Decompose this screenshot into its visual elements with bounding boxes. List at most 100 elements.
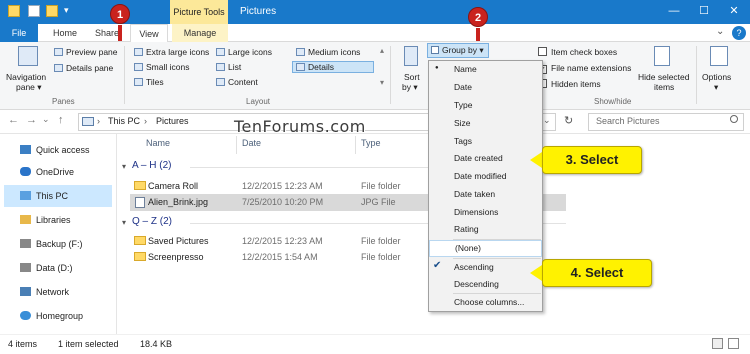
collapse-group-icon[interactable]: ▾ [122,218,126,227]
list-icon [216,63,225,71]
menu-item-choose-columns[interactable]: Choose columns... [429,294,542,312]
new-folder-icon[interactable] [46,5,58,17]
callout-step-3: 3. Select [542,146,642,174]
layout-medium-icons[interactable]: Medium icons [296,47,360,57]
details-pane-button[interactable]: Details pane [54,63,113,73]
sort-by-dropdown[interactable]: by ▾ [402,82,418,93]
tiles-icon [134,78,143,86]
refresh-button[interactable]: ↻ [564,114,573,127]
tab-home[interactable]: Home [46,24,84,42]
sort-by-icon[interactable] [404,46,418,66]
back-button[interactable]: ← [8,114,19,126]
tab-view[interactable]: View [130,24,168,43]
hidden-items-checkbox[interactable]: Hidden items [538,79,601,89]
menu-item-none[interactable]: (None) [429,240,542,257]
collapse-group-icon[interactable]: ▾ [122,162,126,171]
help-button[interactable]: ? [732,26,746,40]
maximize-button[interactable]: ☐ [690,0,718,22]
column-divider[interactable] [355,136,356,154]
breadcrumb-separator[interactable]: › [97,116,100,126]
preview-pane-button[interactable]: Preview pane [54,47,118,57]
sidebar-item-this-pc[interactable]: This PC [4,185,112,207]
layout-extra-large-icons[interactable]: Extra large icons [134,47,209,57]
menu-item-ascending[interactable]: Ascending [429,259,542,277]
layout-large-icons[interactable]: Large icons [216,47,272,57]
hide-selected-items-button[interactable]: Hide selected [638,72,690,82]
collapse-ribbon-icon[interactable]: ⌄ [716,26,724,37]
hide-selected-icon[interactable] [654,46,670,66]
minimize-button[interactable]: — [660,0,688,22]
layout-content[interactable]: Content [216,77,258,87]
quick-access-dropdown-icon[interactable]: ▾ [64,5,69,16]
details-view-icon[interactable] [712,338,723,349]
properties-icon[interactable] [28,5,40,17]
menu-item-dimensions[interactable]: Dimensions [429,204,542,222]
options-dropdown-icon[interactable]: ▾ [714,82,718,93]
folder-icon [134,252,146,261]
menu-item-descending[interactable]: Descending [429,276,542,294]
menu-item-date-modified[interactable]: Date modified [429,168,542,186]
menu-item-size[interactable]: Size [429,115,542,133]
layout-small-icons[interactable]: Small icons [134,62,189,72]
sidebar-item-homegroup[interactable]: Homegroup [4,305,112,327]
large-icons-view-icon[interactable] [728,338,739,349]
callout-pointer [530,265,542,281]
sort-by-button[interactable]: Sort [404,72,420,82]
group-by-menu: ● Name Date Type Size Tags Date created … [428,60,543,312]
group-by-icon [431,46,439,54]
column-divider[interactable] [236,136,237,154]
menu-item-date-created[interactable]: Date created [429,150,542,168]
sidebar-item-libraries[interactable]: Libraries [4,209,112,231]
tab-file[interactable]: File [0,24,38,42]
close-button[interactable]: ✕ [720,0,748,22]
sidebar-item-data[interactable]: Data (D:) [4,257,112,279]
breadcrumb-pictures[interactable]: Pictures [156,116,189,126]
watermark: TenForums.com [234,117,366,136]
status-size: 18.4 KB [140,339,173,349]
navigation-pane-dropdown[interactable]: pane ▾ [16,82,42,93]
sidebar-item-quick-access[interactable]: Quick access [4,139,112,161]
forward-button[interactable]: → [26,114,37,126]
menu-item-date[interactable]: Date [429,79,542,97]
group-header-q-z[interactable]: Q – Z (2) [132,216,172,227]
column-header-name[interactable]: Name [146,138,170,148]
options-icon[interactable] [710,46,728,66]
layout-details[interactable]: Details [292,61,374,73]
menu-item-date-taken[interactable]: Date taken [429,186,542,204]
file-name-extensions-checkbox[interactable]: ✓File name extensions [538,63,631,74]
folder-icon[interactable] [8,5,20,17]
group-header-a-h[interactable]: A – H (2) [132,160,171,171]
options-button[interactable]: Options [702,72,731,82]
navigation-pane-icon[interactable] [18,46,38,66]
address-dropdown-icon[interactable]: ⌄ [543,115,551,126]
sidebar-divider [116,134,117,334]
menu-item-rating[interactable]: Rating [429,221,542,239]
column-header-date[interactable]: Date [242,138,261,148]
menu-item-name[interactable]: Name [429,61,542,79]
file-name: Alien_Brink.jpg [148,197,209,207]
status-item-count: 4 items [8,339,38,349]
breadcrumb-this-pc[interactable]: This PC [108,116,140,126]
layout-tiles[interactable]: Tiles [134,77,164,87]
layout-scroll-up-icon[interactable]: ▴ [380,46,384,55]
menu-item-tags[interactable]: Tags [429,133,542,151]
up-button[interactable]: ↑ [58,114,64,126]
layout-more-icon[interactable]: ▾ [380,78,384,87]
status-selected: 1 item selected [58,339,119,349]
this-pc-icon [82,117,94,126]
checkbox-icon [538,47,547,56]
menu-item-type[interactable]: Type [429,97,542,115]
layout-list[interactable]: List [216,62,241,72]
sidebar-item-network[interactable]: Network [4,281,112,303]
column-header-type[interactable]: Type [361,138,381,148]
sidebar-item-onedrive[interactable]: OneDrive [4,161,112,183]
picture-tools-context-tab: Picture Tools [170,0,228,24]
sidebar-item-backup[interactable]: Backup (F:) [4,233,112,255]
item-check-boxes-checkbox[interactable]: Item check boxes [538,47,617,57]
file-type: File folder [361,252,401,262]
navigation-pane-button[interactable]: Navigation [6,72,46,82]
tab-manage[interactable]: Manage [172,24,228,42]
file-date: 12/2/2015 12:23 AM [242,236,323,246]
breadcrumb-separator[interactable]: › [144,116,147,126]
recent-locations-button[interactable]: ⌄ [42,114,50,125]
